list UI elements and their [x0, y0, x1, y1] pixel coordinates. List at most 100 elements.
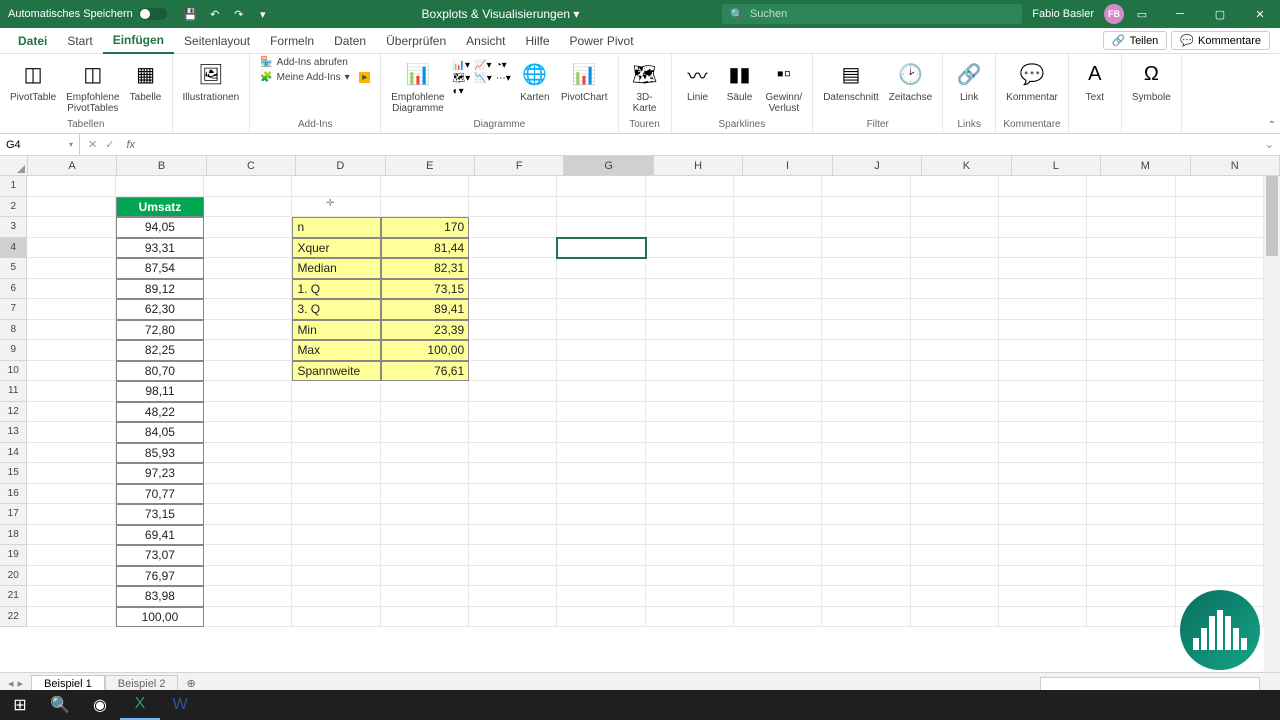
cell-K7[interactable] [911, 299, 999, 320]
cell-K5[interactable] [911, 258, 999, 279]
col-header-L[interactable]: L [1012, 156, 1101, 175]
horizontal-scrollbar[interactable] [1040, 677, 1260, 691]
cell-D4[interactable]: Xquer [292, 238, 380, 259]
cell-C11[interactable] [204, 381, 292, 402]
cell-H8[interactable] [646, 320, 734, 341]
cell-E7[interactable]: 89,41 [381, 299, 469, 320]
undo-icon[interactable]: ↶ [207, 6, 223, 22]
col-header-I[interactable]: I [743, 156, 832, 175]
cell-H21[interactable] [646, 586, 734, 607]
cell-L8[interactable] [999, 320, 1087, 341]
row-header-17[interactable]: 17 [0, 504, 27, 525]
maps-button[interactable]: 🌐Karten [515, 56, 555, 105]
row-header-9[interactable]: 9 [0, 340, 27, 361]
cell-K3[interactable] [911, 217, 999, 238]
cell-B13[interactable]: 84,05 [116, 422, 204, 443]
cell-B19[interactable]: 73,07 [116, 545, 204, 566]
cell-A7[interactable] [27, 299, 115, 320]
cell-I21[interactable] [734, 586, 822, 607]
cell-C5[interactable] [204, 258, 292, 279]
cell-K13[interactable] [911, 422, 999, 443]
cell-E9[interactable]: 100,00 [381, 340, 469, 361]
cell-H15[interactable] [646, 463, 734, 484]
cell-E19[interactable] [381, 545, 469, 566]
cell-B7[interactable]: 62,30 [116, 299, 204, 320]
cell-J10[interactable] [822, 361, 910, 382]
col-header-J[interactable]: J [833, 156, 922, 175]
cell-K16[interactable] [911, 484, 999, 505]
cell-F6[interactable] [469, 279, 557, 300]
cell-G18[interactable] [557, 525, 645, 546]
col-header-H[interactable]: H [654, 156, 743, 175]
comments-button[interactable]: 💬 Kommentare [1171, 31, 1270, 50]
cell-I15[interactable] [734, 463, 822, 484]
share-button[interactable]: 🔗 Teilen [1103, 31, 1167, 50]
cell-D17[interactable] [292, 504, 380, 525]
cell-M12[interactable] [1087, 402, 1175, 423]
cell-H6[interactable] [646, 279, 734, 300]
cell-H19[interactable] [646, 545, 734, 566]
cell-G21[interactable] [557, 586, 645, 607]
cell-B17[interactable]: 73,15 [116, 504, 204, 525]
cell-A18[interactable] [27, 525, 115, 546]
cell-L18[interactable] [999, 525, 1087, 546]
col-header-E[interactable]: E [386, 156, 475, 175]
cell-F8[interactable] [469, 320, 557, 341]
cell-G9[interactable] [557, 340, 645, 361]
cell-N16[interactable] [1176, 484, 1264, 505]
row-header-14[interactable]: 14 [0, 443, 27, 464]
vertical-scrollbar[interactable] [1264, 176, 1280, 672]
cell-J9[interactable] [822, 340, 910, 361]
cell-M22[interactable] [1087, 607, 1175, 628]
cell-M2[interactable] [1087, 197, 1175, 218]
cell-A17[interactable] [27, 504, 115, 525]
cell-A5[interactable] [27, 258, 115, 279]
cell-I16[interactable] [734, 484, 822, 505]
cell-H12[interactable] [646, 402, 734, 423]
cell-E14[interactable] [381, 443, 469, 464]
cell-E17[interactable] [381, 504, 469, 525]
cell-J3[interactable] [822, 217, 910, 238]
cell-G14[interactable] [557, 443, 645, 464]
collapse-ribbon-icon[interactable]: ⌃ [1268, 120, 1276, 131]
cell-A8[interactable] [27, 320, 115, 341]
cell-B2[interactable]: Umsatz [116, 197, 204, 218]
cell-B3[interactable]: 94,05 [116, 217, 204, 238]
cell-J17[interactable] [822, 504, 910, 525]
cell-I8[interactable] [734, 320, 822, 341]
cell-C2[interactable] [204, 197, 292, 218]
cell-N14[interactable] [1176, 443, 1264, 464]
cell-E16[interactable] [381, 484, 469, 505]
symbols-button[interactable]: ΩSymbole [1128, 56, 1175, 105]
row-header-3[interactable]: 3 [0, 217, 27, 238]
cell-K9[interactable] [911, 340, 999, 361]
minimize-button[interactable]: ─ [1160, 0, 1200, 28]
cell-M5[interactable] [1087, 258, 1175, 279]
cell-L1[interactable] [999, 176, 1087, 197]
cell-G11[interactable] [557, 381, 645, 402]
cell-C7[interactable] [204, 299, 292, 320]
cell-G22[interactable] [557, 607, 645, 628]
cell-E15[interactable] [381, 463, 469, 484]
cell-F1[interactable] [469, 176, 557, 197]
col-header-N[interactable]: N [1191, 156, 1280, 175]
cell-E22[interactable] [381, 607, 469, 628]
cell-H3[interactable] [646, 217, 734, 238]
cell-F2[interactable] [469, 197, 557, 218]
cell-A22[interactable] [27, 607, 115, 628]
cell-L6[interactable] [999, 279, 1087, 300]
cell-F14[interactable] [469, 443, 557, 464]
cell-A10[interactable] [27, 361, 115, 382]
comment-button[interactable]: 💬Kommentar [1002, 56, 1062, 105]
cell-D13[interactable] [292, 422, 380, 443]
cell-E6[interactable]: 73,15 [381, 279, 469, 300]
cell-K14[interactable] [911, 443, 999, 464]
cell-N1[interactable] [1176, 176, 1264, 197]
row-header-21[interactable]: 21 [0, 586, 27, 607]
cell-N19[interactable] [1176, 545, 1264, 566]
tab-seitenlayout[interactable]: Seitenlayout [174, 28, 260, 54]
cell-F13[interactable] [469, 422, 557, 443]
sparkline-line-button[interactable]: 〰Linie [678, 56, 718, 105]
cell-I5[interactable] [734, 258, 822, 279]
cell-K19[interactable] [911, 545, 999, 566]
